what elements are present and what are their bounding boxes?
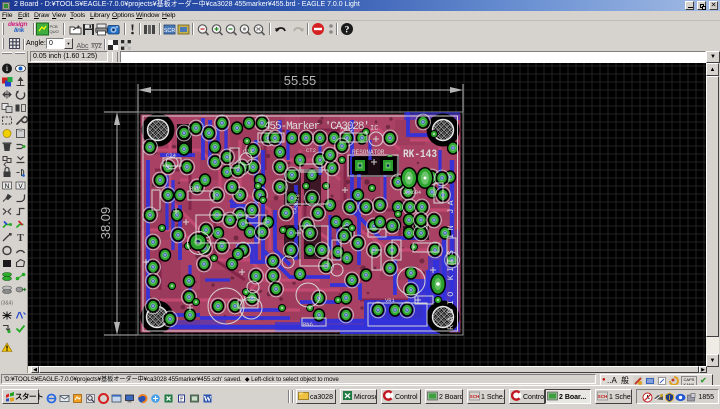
svg-text:IC: IC	[370, 125, 378, 133]
svg-text:JRN604: JRN604	[403, 190, 421, 196]
svg-text:RESONATOR: RESONATOR	[352, 149, 385, 156]
svg-text:C24: C24	[166, 152, 177, 159]
svg-text:RADIO KITS IN JA: RADIO KITS IN JA	[446, 197, 456, 330]
svg-text:455-Marker 'CA3028': 455-Marker 'CA3028'	[264, 121, 370, 133]
svg-text:VR1: VR1	[385, 297, 396, 304]
svg-text:Abc: Abc	[76, 43, 89, 50]
svg-text:55.55: 55.55	[284, 73, 317, 88]
svg-text:QUOTE: QUOTE	[50, 29, 60, 34]
svg-text:?: ?	[345, 26, 350, 36]
svg-text:SCH: SCH	[598, 394, 608, 399]
svg-text:SCR: SCR	[164, 28, 176, 34]
svg-text:RN6: RN6	[303, 321, 313, 328]
svg-text:R9#: R9#	[190, 185, 201, 192]
svg-text:R#2: R#2	[344, 126, 354, 133]
svg-text:CT2: CT2	[306, 147, 316, 154]
svg-text:SCH: SCH	[470, 394, 480, 399]
svg-text:W: W	[204, 395, 212, 404]
svg-text:(3&4): (3&4)	[1, 301, 14, 307]
svg-text:N: N	[5, 183, 10, 190]
svg-text:V: V	[18, 183, 23, 190]
svg-text:RK-143: RK-143	[403, 149, 437, 161]
svg-text:C21: C21	[243, 148, 254, 155]
svg-text:38.09: 38.09	[98, 207, 113, 240]
svg-text:xyz: xyz	[91, 43, 102, 50]
svg-text:T: T	[17, 233, 24, 244]
